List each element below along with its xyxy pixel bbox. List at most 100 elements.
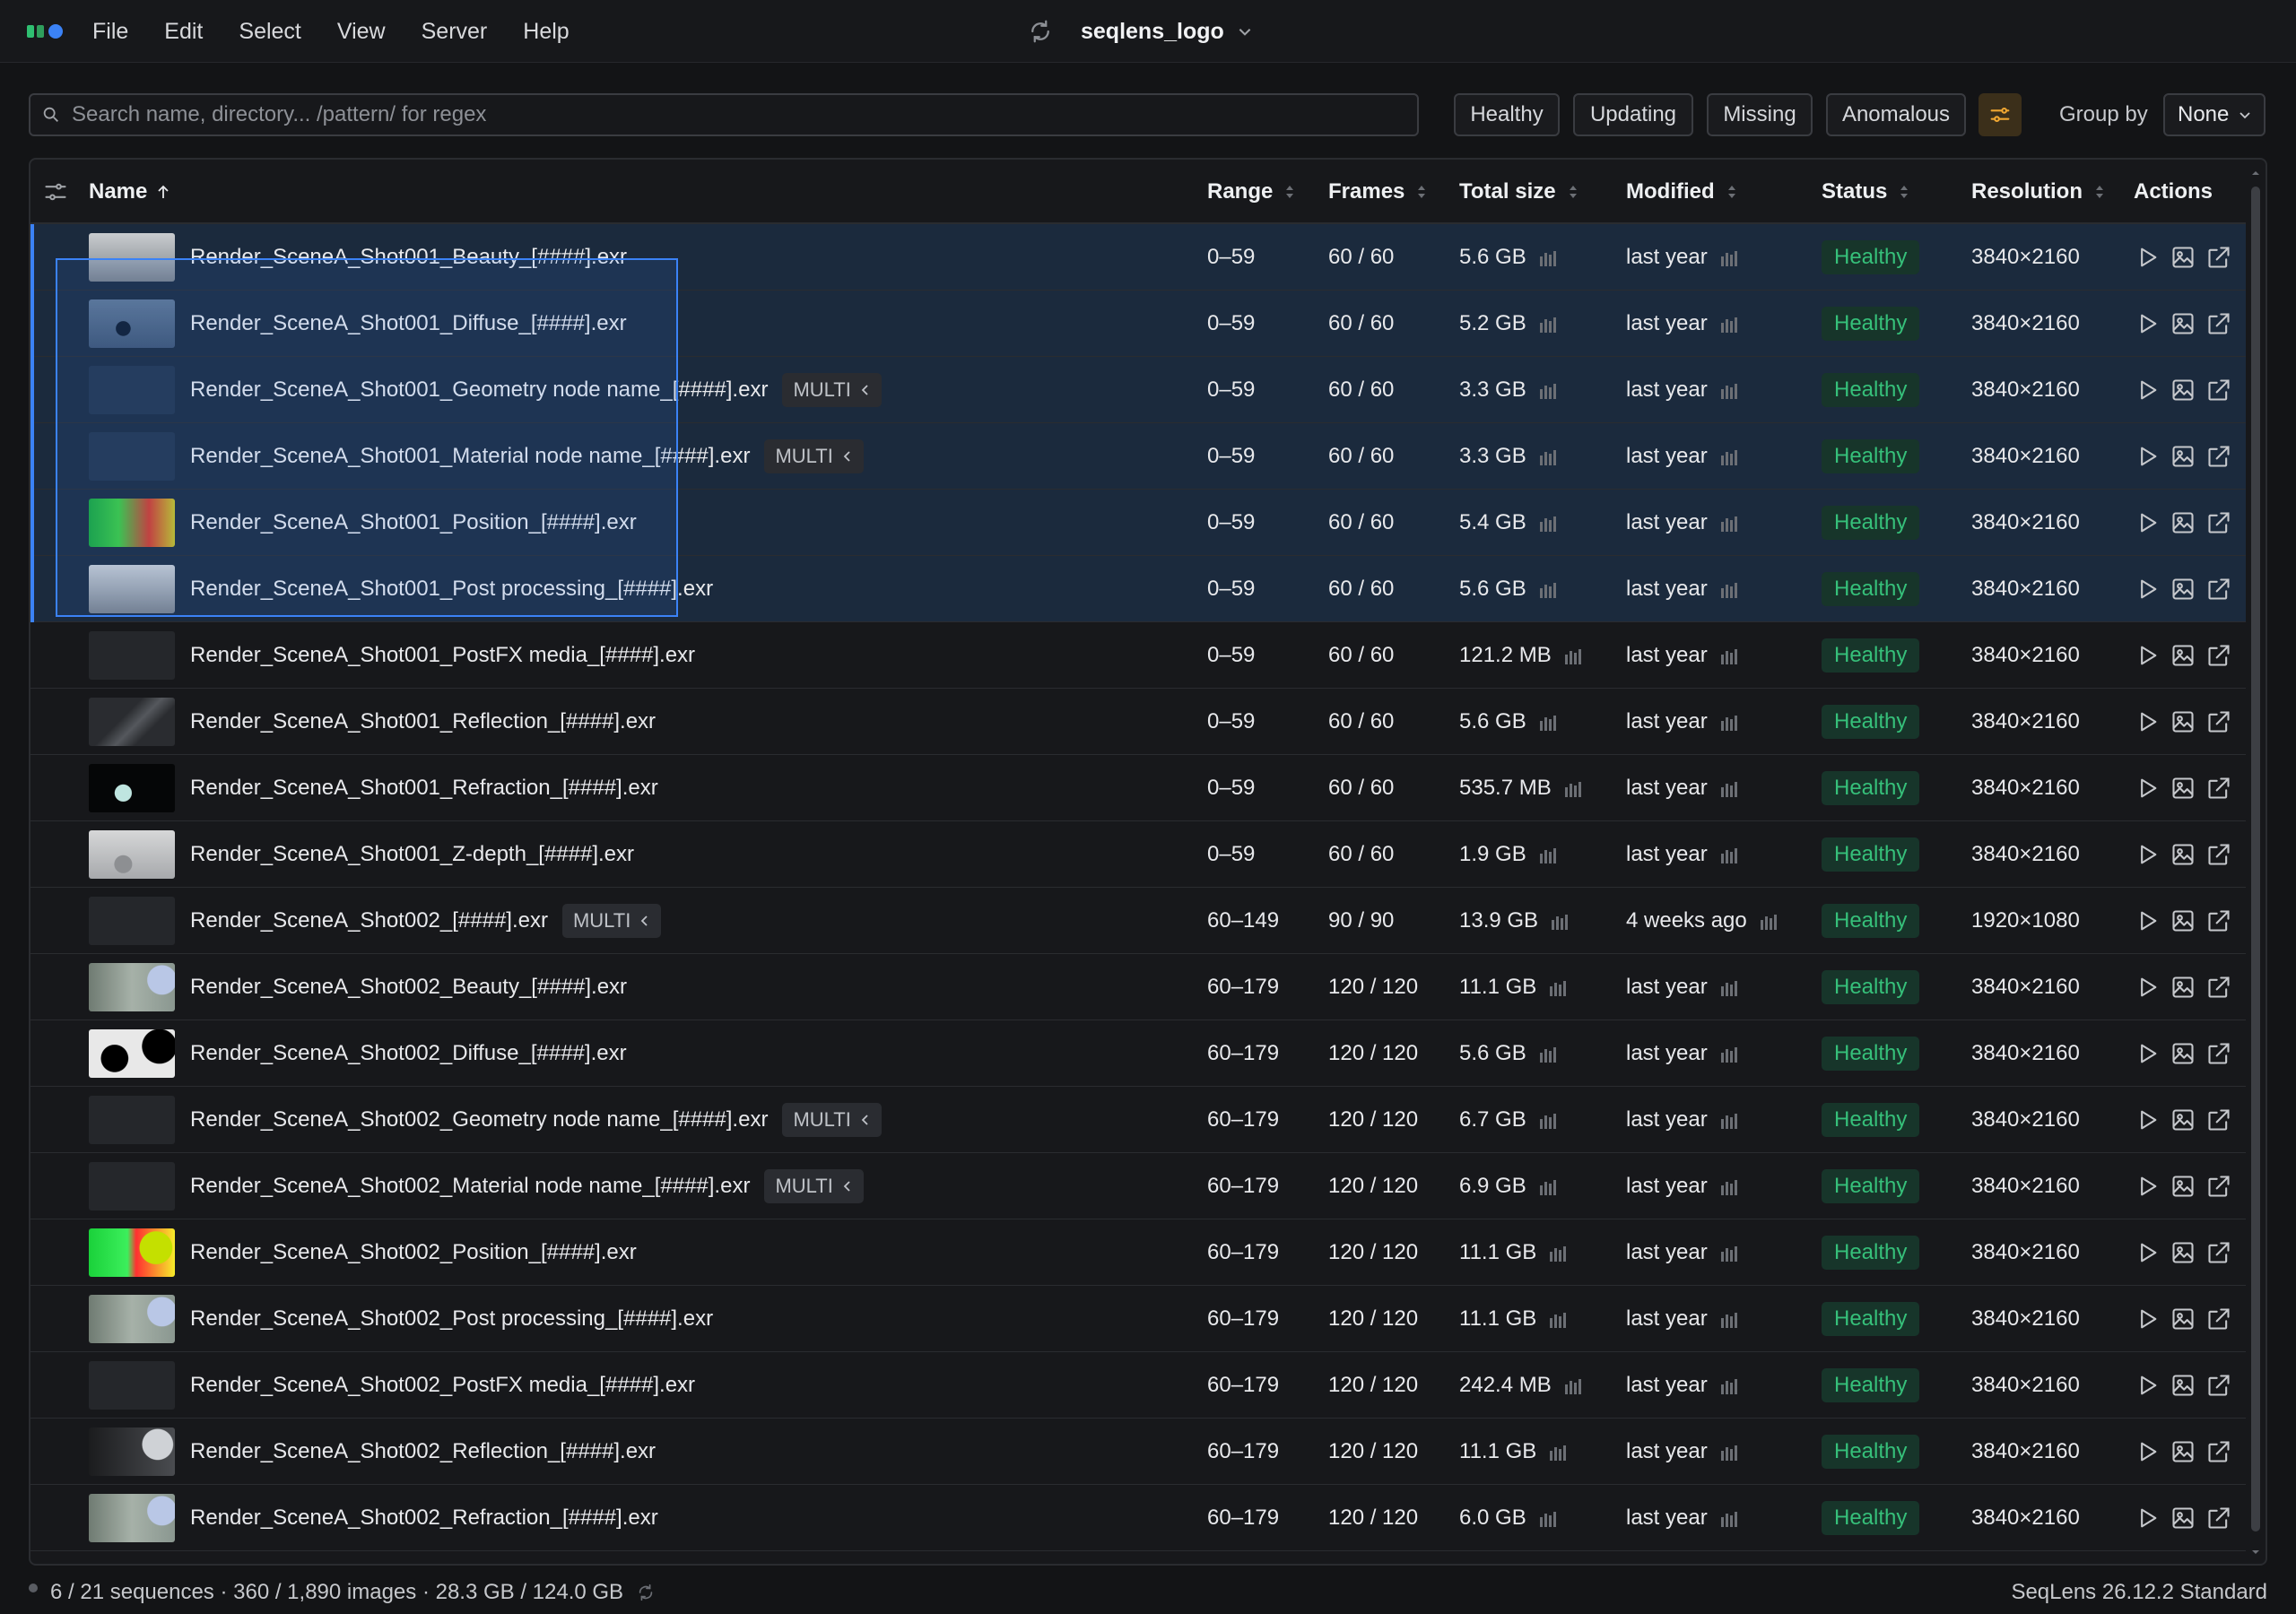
sequence-thumbnail[interactable] (89, 1494, 175, 1542)
sequence-name-cell[interactable]: Render_SceneA_Shot002_Refraction_[####].… (190, 1485, 658, 1551)
play-icon[interactable] (2135, 643, 2160, 668)
sequence-thumbnail[interactable] (89, 299, 175, 348)
play-icon[interactable] (2135, 709, 2160, 734)
sequence-thumbnail[interactable] (89, 1361, 175, 1410)
vertical-scrollbar[interactable] (2249, 167, 2262, 1558)
scroll-up-icon[interactable] (2249, 167, 2262, 179)
play-icon[interactable] (2135, 776, 2160, 801)
open-image-icon[interactable] (2170, 1240, 2196, 1265)
sequence-thumbnail[interactable] (89, 1228, 175, 1277)
open-image-icon[interactable] (2170, 975, 2196, 1000)
open-image-icon[interactable] (2170, 577, 2196, 602)
reveal-external-icon[interactable] (2206, 1506, 2231, 1531)
table-row[interactable]: Render_SceneA_Shot002_Post processing_[#… (30, 1286, 2246, 1352)
reveal-external-icon[interactable] (2206, 377, 2231, 403)
open-image-icon[interactable] (2170, 377, 2196, 403)
open-image-icon[interactable] (2170, 776, 2196, 801)
table-row[interactable]: Render_SceneA_Shot001_Material node name… (30, 423, 2246, 490)
play-icon[interactable] (2135, 1107, 2160, 1132)
menu-help[interactable]: Help (523, 19, 569, 45)
sequence-name-cell[interactable]: Render_SceneA_Shot001_Beauty_[####].exr (190, 224, 627, 291)
play-icon[interactable] (2135, 1439, 2160, 1464)
reveal-external-icon[interactable] (2206, 245, 2231, 270)
reveal-external-icon[interactable] (2206, 1240, 2231, 1265)
reveal-external-icon[interactable] (2206, 1306, 2231, 1332)
menu-select[interactable]: Select (239, 19, 300, 45)
column-header-modified[interactable]: Modified (1626, 160, 1738, 224)
reveal-external-icon[interactable] (2206, 1041, 2231, 1066)
filter-anomalous-button[interactable]: Anomalous (1826, 93, 1966, 136)
project-switcher[interactable]: seqlens_logo (1027, 0, 1253, 63)
table-row[interactable]: Render_SceneA_Shot002_Reflection_[####].… (30, 1419, 2246, 1485)
open-image-icon[interactable] (2170, 510, 2196, 535)
open-image-icon[interactable] (2170, 709, 2196, 734)
reveal-external-icon[interactable] (2206, 311, 2231, 336)
search-input[interactable] (72, 102, 1399, 127)
table-row[interactable]: Render_SceneA_Shot002_Beauty_[####].exr 6… (30, 954, 2246, 1020)
play-icon[interactable] (2135, 1174, 2160, 1199)
app-logo[interactable] (27, 23, 66, 39)
table-row[interactable]: Render_SceneA_Shot002_[####].exr MULTI 60–… (30, 888, 2246, 954)
open-image-icon[interactable] (2170, 1373, 2196, 1398)
reveal-external-icon[interactable] (2206, 975, 2231, 1000)
reveal-external-icon[interactable] (2206, 577, 2231, 602)
column-header-name[interactable]: Name (89, 160, 170, 224)
sequence-thumbnail[interactable] (89, 1162, 175, 1210)
table-row[interactable]: Render_SceneA_Shot002_Material node name… (30, 1153, 2246, 1219)
sync-icon[interactable] (1027, 18, 1054, 45)
reveal-external-icon[interactable] (2206, 908, 2231, 933)
reveal-external-icon[interactable] (2206, 444, 2231, 469)
sequence-thumbnail[interactable] (89, 432, 175, 481)
table-row[interactable]: Render_SceneA_Shot002_Refraction_[####].… (30, 1485, 2246, 1551)
play-icon[interactable] (2135, 311, 2160, 336)
column-header-range[interactable]: Range (1207, 160, 1296, 224)
filter-updating-button[interactable]: Updating (1573, 93, 1693, 136)
table-row[interactable]: Render_SceneA_Shot002_Geometry node name… (30, 1087, 2246, 1153)
multi-badge[interactable]: MULTI (782, 1103, 882, 1137)
menu-server[interactable]: Server (422, 19, 488, 45)
table-row[interactable]: Render_SceneA_Shot001_PostFX media_[####… (30, 622, 2246, 689)
play-icon[interactable] (2135, 510, 2160, 535)
open-image-icon[interactable] (2170, 1174, 2196, 1199)
play-icon[interactable] (2135, 245, 2160, 270)
open-image-icon[interactable] (2170, 1107, 2196, 1132)
sequence-name-cell[interactable]: Render_SceneA_Shot001_Reflection_[####].… (190, 689, 656, 755)
table-row[interactable]: Render_SceneA_Shot001_Geometry node name… (30, 357, 2246, 423)
table-row[interactable]: Render_SceneA_Shot001_Reflection_[####].… (30, 689, 2246, 755)
sequence-thumbnail[interactable] (89, 897, 175, 945)
sequence-name-cell[interactable]: Render_SceneA_Shot002_Beauty_[####].exr (190, 954, 627, 1020)
multi-badge[interactable]: MULTI (764, 439, 864, 473)
sequence-name-cell[interactable]: Render_SceneA_Shot002_[####].exr MULTI (190, 888, 662, 954)
sequence-thumbnail[interactable] (89, 698, 175, 746)
group-by-select[interactable]: None (2163, 93, 2266, 136)
play-icon[interactable] (2135, 1240, 2160, 1265)
sequence-thumbnail[interactable] (89, 1096, 175, 1144)
open-image-icon[interactable] (2170, 1439, 2196, 1464)
open-image-icon[interactable] (2170, 908, 2196, 933)
sequence-thumbnail[interactable] (89, 1427, 175, 1476)
table-row[interactable]: Render_SceneA_Shot002_PostFX media_[####… (30, 1352, 2246, 1419)
filter-settings-button[interactable] (1979, 93, 2022, 136)
sequence-thumbnail[interactable] (89, 1295, 175, 1343)
sequence-thumbnail[interactable] (89, 499, 175, 547)
reveal-external-icon[interactable] (2206, 709, 2231, 734)
play-icon[interactable] (2135, 1506, 2160, 1531)
scroll-down-icon[interactable] (2249, 1546, 2262, 1558)
sequence-name-cell[interactable]: Render_SceneA_Shot002_Diffuse_[####].exr (190, 1020, 627, 1087)
menu-edit[interactable]: Edit (164, 19, 203, 45)
refresh-icon[interactable] (636, 1583, 656, 1602)
sequence-thumbnail[interactable] (89, 631, 175, 680)
project-name[interactable]: seqlens_logo (1081, 19, 1224, 45)
table-row[interactable]: Render_SceneA_Shot002_Diffuse_[####].exr… (30, 1020, 2246, 1087)
sequence-thumbnail[interactable] (89, 764, 175, 812)
play-icon[interactable] (2135, 1306, 2160, 1332)
reveal-external-icon[interactable] (2206, 776, 2231, 801)
sequence-name-cell[interactable]: Render_SceneA_Shot002_Material node name… (190, 1153, 864, 1219)
open-image-icon[interactable] (2170, 444, 2196, 469)
play-icon[interactable] (2135, 377, 2160, 403)
menu-view[interactable]: View (337, 19, 386, 45)
play-icon[interactable] (2135, 444, 2160, 469)
play-icon[interactable] (2135, 1041, 2160, 1066)
filter-missing-button[interactable]: Missing (1707, 93, 1813, 136)
sequence-thumbnail[interactable] (89, 565, 175, 613)
